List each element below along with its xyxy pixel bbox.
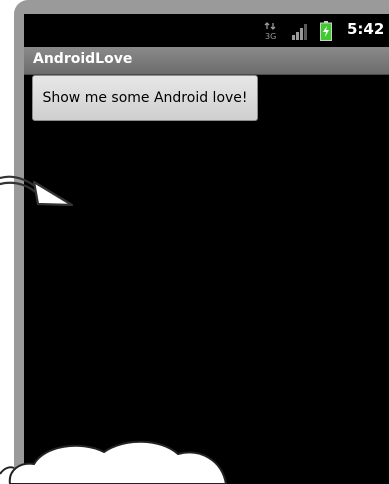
app-title: AndroidLove [33, 51, 133, 67]
app-title-bar: AndroidLove [24, 47, 389, 75]
status-clock: 5:42 [347, 20, 385, 38]
hand-drawn-arrow-icon [0, 175, 74, 207]
speech-cloud-icon [0, 440, 228, 484]
battery-charging-icon [320, 21, 332, 41]
phone-screen: 3G 5:42 AndroidLove Show me some Android… [24, 14, 389, 484]
data-network-icon: 3G [264, 22, 276, 40]
show-love-button[interactable]: Show me some Android love! [32, 75, 258, 121]
status-bar: 3G 5:42 [24, 14, 389, 47]
svg-text:3G: 3G [265, 32, 276, 40]
signal-strength-icon [292, 24, 307, 40]
